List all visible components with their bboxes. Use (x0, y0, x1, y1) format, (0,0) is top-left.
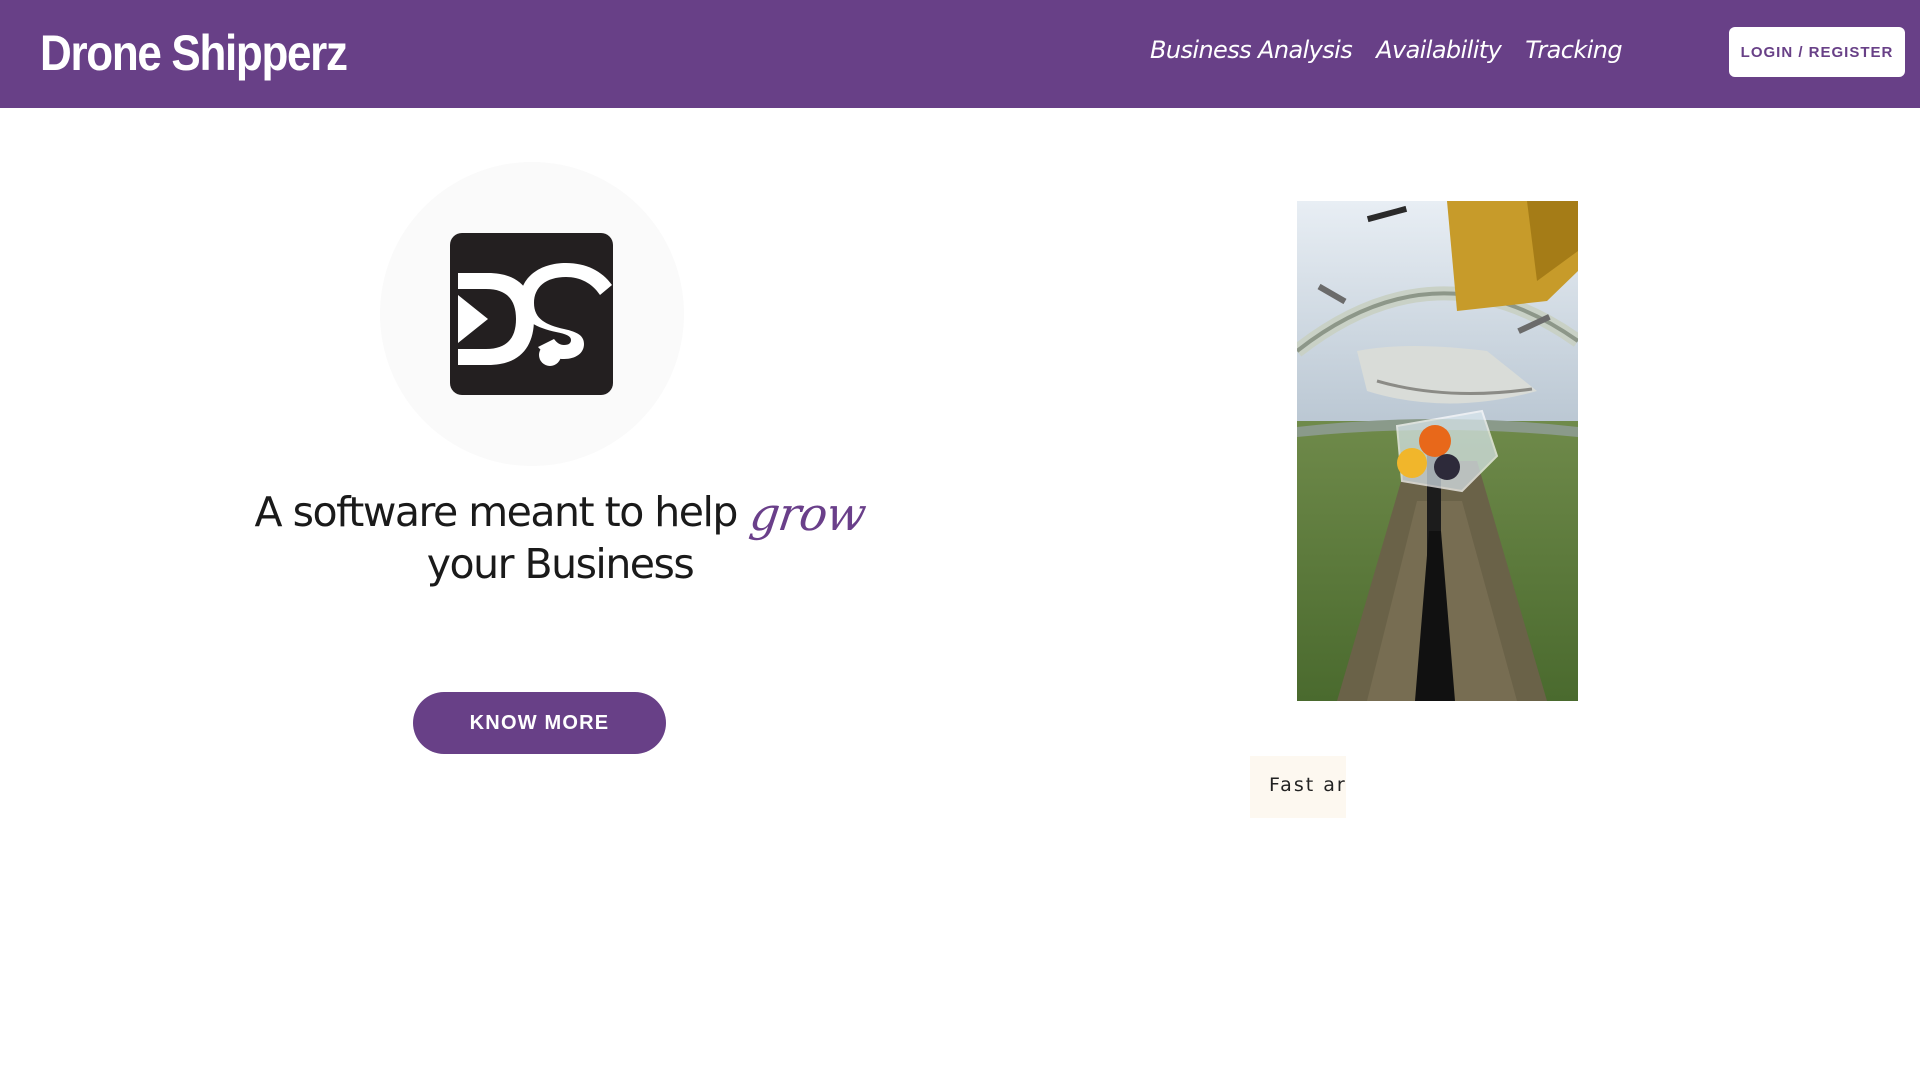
photo-caption-box: Fast ar (1250, 756, 1346, 818)
brand-logo-text[interactable]: Drone Shipperz (40, 20, 348, 86)
photo-caption: Fast ar (1269, 774, 1346, 796)
login-register-button[interactable]: LOGIN / REGISTER (1729, 27, 1905, 77)
nav-link-tracking[interactable]: Tracking (1525, 32, 1622, 68)
headline-line-1: A software meant to help grow (240, 484, 880, 541)
hero-headline: A software meant to help grow your Busine… (240, 484, 880, 590)
nav-link-availability[interactable]: Availability (1376, 32, 1502, 68)
ds-logo (450, 233, 613, 395)
top-navbar: Drone Shipperz Business Analysis Availab… (0, 0, 1920, 108)
headline-line-2: your Business (426, 540, 695, 588)
ds-logo-mark-icon (458, 263, 612, 366)
headline-accent-word: grow (746, 487, 869, 541)
know-more-button[interactable]: KNOW MORE (413, 692, 666, 754)
headline-part1: A software meant to help (254, 488, 739, 536)
drone-delivery-photo (1297, 201, 1578, 701)
nav-link-business-analysis[interactable]: Business Analysis (1150, 32, 1353, 68)
nav-links: Business Analysis Availability Tracking (1150, 32, 1623, 68)
drone-photo-illustration (1297, 201, 1578, 701)
